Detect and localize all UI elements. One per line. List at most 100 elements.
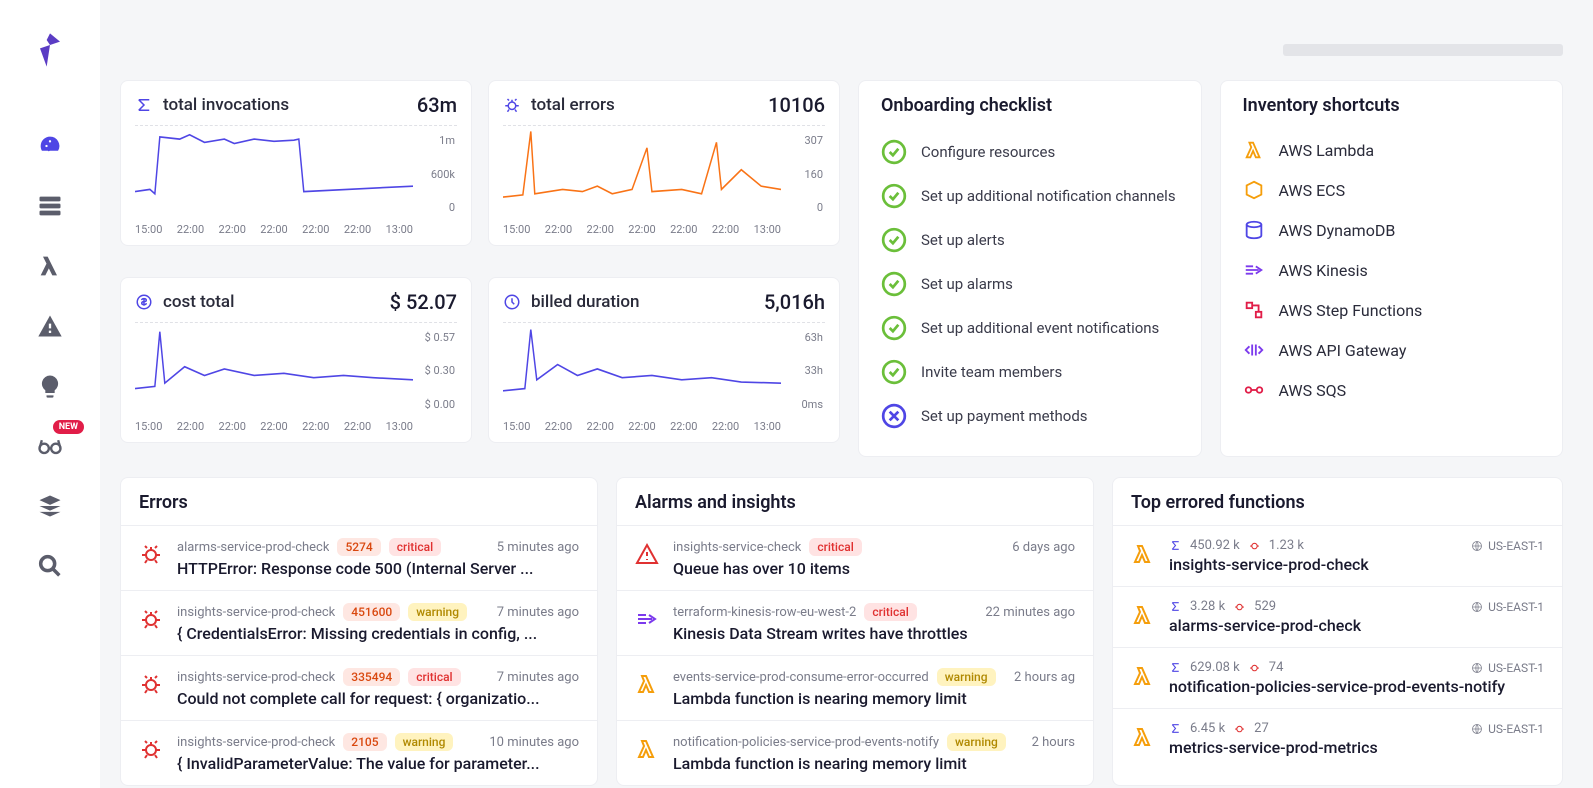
inventory-item[interactable]: AWS DynamoDB [1243,210,1545,250]
inventory-item[interactable]: AWS ECS [1243,170,1545,210]
alarm-row[interactable]: terraform-kinesis-row-eu-west-2 critical… [617,590,1093,655]
errors-count: 1.23 k [1269,538,1304,553]
alarms-panel: Alarms and insights insights-service-che… [616,477,1094,786]
inventory-item[interactable]: AWS Step Functions [1243,290,1545,330]
clock-icon [503,293,521,311]
inventory-item[interactable]: AWS API Gateway [1243,330,1545,370]
bulb-icon [36,372,64,400]
region-label: US-EAST-1 [1471,661,1544,675]
checklist-item[interactable]: Set up additional event notifications [881,306,1183,350]
metric-value: 5,016h [764,290,825,314]
inventory-label: AWS Lambda [1279,141,1375,160]
severity-badge: critical [864,603,916,621]
error-row[interactable]: alarms-service-prod-check 5274 critical … [121,525,597,590]
inventory-label: AWS SQS [1279,381,1347,400]
alarms-title: Alarms and insights [617,478,1093,525]
errors-count: 74 [1269,660,1284,675]
top-errored-title: Top errored functions [1113,478,1562,525]
inventory-item[interactable]: AWS Lambda [1243,130,1545,170]
bug-icon [139,607,163,631]
check-icon [881,183,907,209]
nav-search[interactable] [36,552,64,580]
checklist-item[interactable]: Set up alarms [881,262,1183,306]
inventory-label: AWS Kinesis [1279,261,1368,280]
dollar-icon [135,293,153,311]
function-name: alarms-service-prod-check [1169,616,1544,635]
function-name: insights-service-prod-check [1169,555,1544,574]
topbar-placeholder [1283,44,1563,56]
alarm-row[interactable]: notification-policies-service-prod-event… [617,720,1093,785]
error-row[interactable]: insights-service-prod-check 451600 warni… [121,590,597,655]
x-axis-labels: 15:0022:0022:0022:0022:0022:0013:00 [135,223,413,236]
alarm-source: terraform-kinesis-row-eu-west-2 [673,605,856,620]
sparkline [503,126,781,208]
checklist-item[interactable]: Set up additional notification channels [881,174,1183,218]
inventory-label: AWS API Gateway [1279,341,1407,360]
function-row[interactable]: 629.08 k 74 US-EAST-1 notification-polic… [1113,647,1562,708]
alarm-time: 22 minutes ago [985,605,1075,620]
function-row[interactable]: 450.92 k 1.23 k US-EAST-1 insights-servi… [1113,525,1562,586]
metric-card-3[interactable]: billed duration 5,016h 63h33h0ms 15:0022… [488,277,840,443]
lambda-icon [1131,725,1155,749]
error-source: insights-service-prod-check [177,735,335,750]
error-row[interactable]: insights-service-prod-check 335494 criti… [121,655,597,720]
bug-icon [1233,600,1246,613]
error-source: insights-service-prod-check [177,605,335,620]
glasses-icon [36,432,64,460]
function-row[interactable]: 6.45 k 27 US-EAST-1 metrics-service-prod… [1113,708,1562,769]
check-icon [881,227,907,253]
function-row[interactable]: 3.28 k 529 US-EAST-1 alarms-service-prod… [1113,586,1562,647]
check-icon [881,315,907,341]
onboarding-checklist-card: Onboarding checklist Configure resources… [858,80,1202,457]
checklist-item[interactable]: Invite team members [881,350,1183,394]
sidebar: NEW [0,0,100,788]
alarm-row[interactable]: events-service-prod-consume-error-occurr… [617,655,1093,720]
lambda-icon [1243,139,1265,161]
y-axis-labels: 63h33h0ms [783,331,823,411]
error-title: { CredentialsError: Missing credentials … [177,624,579,643]
nav-lambda[interactable] [36,252,64,280]
metric-title: total errors [531,95,615,115]
gauge-icon [36,132,64,160]
kinesis-icon [1243,259,1265,281]
errors-count: 529 [1254,599,1276,614]
metric-title: billed duration [531,292,639,312]
alarm-source: notification-policies-service-prod-event… [673,735,939,750]
error-title: Could not complete call for request: { o… [177,689,579,708]
function-name: metrics-service-prod-metrics [1169,738,1544,757]
metric-card-1[interactable]: total errors 10106 3071600 15:0022:0022:… [488,80,840,246]
logo-icon [30,30,70,70]
alarm-time: 2 hours [1032,735,1075,750]
bug-icon [139,672,163,696]
region-label: US-EAST-1 [1471,539,1544,553]
error-count: 5274 [337,538,380,556]
nav-glasses[interactable]: NEW [36,432,64,460]
checklist-item[interactable]: Set up payment methods [881,394,1183,438]
checklist-title: Onboarding checklist [881,95,1183,116]
nav-alerts[interactable] [36,312,64,340]
nav-insights[interactable] [36,372,64,400]
error-title: { InvalidParameterValue: The value for p… [177,754,579,773]
checklist-item[interactable]: Set up alerts [881,218,1183,262]
checklist-label: Set up alarms [921,275,1013,293]
metric-card-0[interactable]: total invocations 63m 1m600k0 15:0022:00… [120,80,472,246]
error-time: 10 minutes ago [489,735,579,750]
nav-layers[interactable] [36,492,64,520]
check-icon [881,271,907,297]
inventory-item[interactable]: AWS Kinesis [1243,250,1545,290]
metric-card-2[interactable]: cost total $ 52.07 $ 0.57$ 0.30$ 0.00 15… [120,277,472,443]
nav-servers[interactable] [36,192,64,220]
metric-title: total invocations [163,95,289,115]
alarm-title: Queue has over 10 items [673,559,1075,578]
cross-icon [881,403,907,429]
inventory-item[interactable]: AWS SQS [1243,370,1545,410]
checklist-item[interactable]: Configure resources [881,130,1183,174]
alarm-time: 2 hours ag [1014,670,1075,685]
nav-dashboard[interactable] [36,132,64,160]
error-count: 2105 [343,733,386,751]
errors-count: 27 [1254,721,1269,736]
bug-icon [139,542,163,566]
alarm-row[interactable]: insights-service-check critical 6 days a… [617,525,1093,590]
error-count: 335494 [343,668,400,686]
error-row[interactable]: insights-service-prod-check 2105 warning… [121,720,597,785]
